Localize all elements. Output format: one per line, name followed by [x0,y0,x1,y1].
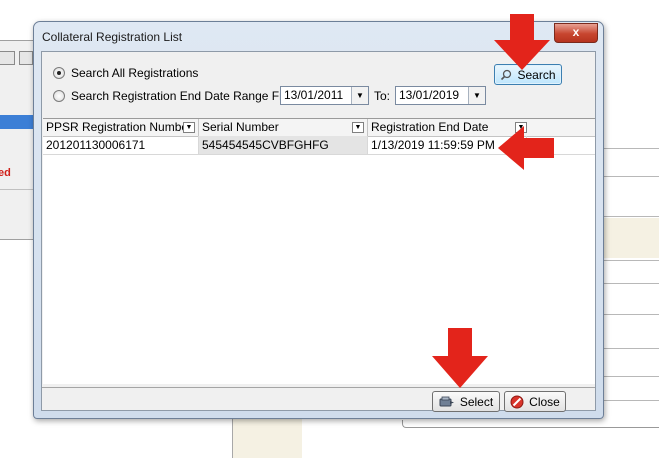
annotation-arrow-icon [432,328,488,388]
select-button[interactable]: Select [432,391,500,412]
background-status-text: ed [0,167,11,179]
search-icon [501,69,512,80]
from-date-value[interactable]: 13/01/2011 [281,87,351,104]
background-app-bottom-panel [232,418,302,458]
search-range-label: Search Registration End Date Range From: [71,89,304,103]
background-app-right [598,148,659,438]
to-label: To: [374,89,391,103]
background-app-border [402,420,659,428]
search-all-label: Search All Registrations [71,66,199,80]
background-selected-row [0,115,33,129]
background-button [19,51,33,65]
dialog-client-area: Search All Registrations Search Registra… [41,51,596,412]
annotation-arrow-icon [498,126,554,170]
dialog-footer: Select Close [42,387,595,412]
to-date-picker[interactable]: 13/01/2019 ▼ [395,86,486,105]
collateral-registration-dialog: Collateral Registration List x Search Al… [33,21,604,419]
close-button[interactable]: Close [504,391,566,412]
column-header-ppsr[interactable]: PPSR Registration Number ▼ [43,119,199,136]
search-range-radio[interactable] [53,90,65,102]
background-button [0,51,15,65]
dropdown-arrow-icon[interactable]: ▼ [351,87,368,104]
annotation-arrow-icon [494,14,550,70]
select-icon [439,396,454,406]
cell-ppsr-number[interactable]: 201201130006171 [43,136,199,154]
background-divider [0,189,33,190]
close-circle-icon [510,395,524,408]
search-range-option[interactable]: Search Registration End Date Range From: [53,89,303,103]
cell-serial-number[interactable]: 545454545CVBFGHFG [199,136,368,154]
from-date-picker[interactable]: 13/01/2011 ▼ [280,86,369,105]
close-button-label: Close [529,394,560,409]
search-all-option[interactable]: Search All Registrations [53,66,198,80]
select-button-label: Select [459,394,494,409]
dropdown-arrow-icon[interactable]: ▼ [468,87,485,104]
background-app-panel: ed [0,40,36,240]
dropdown-arrow-icon[interactable]: ▼ [352,122,364,133]
dialog-title: Collateral Registration List [42,30,183,44]
search-all-radio[interactable] [53,67,65,79]
window-close-button[interactable]: x [554,23,598,43]
dropdown-arrow-icon[interactable]: ▼ [183,122,195,133]
column-header-serial[interactable]: Serial Number ▼ [199,119,368,136]
to-date-value[interactable]: 13/01/2019 [396,87,468,104]
